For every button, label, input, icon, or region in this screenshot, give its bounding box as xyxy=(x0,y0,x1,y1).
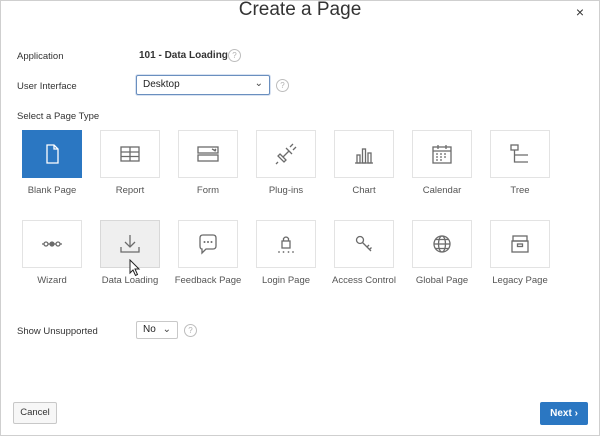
page-type-label-blank-page: Blank Page xyxy=(27,185,77,196)
page-type-tile-calendar[interactable] xyxy=(412,130,472,178)
page-type-label-report: Report xyxy=(115,185,145,196)
chevron-down-icon: ⌄ xyxy=(254,78,263,89)
page-type-tile-blank-page[interactable] xyxy=(22,130,82,178)
page-type-label-form: Form xyxy=(196,185,220,196)
show-unsupported-label: Show Unsupported xyxy=(17,326,98,337)
page-type-label-wizard: Wizard xyxy=(37,275,67,286)
next-button-label: Next xyxy=(550,408,572,419)
page-type-tile-report[interactable] xyxy=(100,130,160,178)
page-type-label-legacy-page: Legacy Page xyxy=(492,275,548,286)
chat-bubble-icon xyxy=(199,234,217,255)
mouse-cursor-icon xyxy=(129,259,141,277)
tree-icon xyxy=(510,144,528,163)
application-value: 101 - Data Loading xyxy=(139,50,228,61)
globe-icon xyxy=(433,235,451,253)
chart-icon xyxy=(355,148,373,164)
chevron-right-icon: › xyxy=(574,408,578,419)
form-icon xyxy=(197,146,219,162)
report-icon xyxy=(120,146,140,162)
page-type-label-global-page: Global Page xyxy=(415,275,469,286)
page-type-label-plug-ins: Plug-ins xyxy=(268,185,304,196)
page-type-label-feedback-page: Feedback Page xyxy=(174,275,242,286)
download-icon xyxy=(120,235,140,253)
page-type-label-calendar: Calendar xyxy=(422,185,462,196)
page-type-tile-form[interactable] xyxy=(178,130,238,178)
application-label: Application xyxy=(17,51,64,62)
application-help-icon[interactable]: ? xyxy=(228,49,241,62)
blank-page-icon xyxy=(46,144,59,164)
user-interface-value: Desktop xyxy=(143,79,180,90)
page-type-label-chart: Chart xyxy=(352,185,376,196)
page-type-tile-tree[interactable] xyxy=(490,130,550,178)
page-type-label: Select a Page Type xyxy=(17,111,100,122)
page-type-tile-wizard[interactable] xyxy=(22,220,82,268)
user-interface-help-icon[interactable]: ? xyxy=(276,79,289,92)
user-interface-label: User Interface xyxy=(17,81,77,92)
page-type-tile-access-control[interactable] xyxy=(334,220,394,268)
show-unsupported-value: No xyxy=(143,324,156,335)
key-icon xyxy=(355,235,372,252)
archive-box-icon xyxy=(511,235,529,253)
show-unsupported-help-icon[interactable]: ? xyxy=(184,324,197,337)
close-icon[interactable]: × xyxy=(576,4,584,20)
next-button[interactable]: Next › xyxy=(540,402,588,425)
dialog-title: Create a Page xyxy=(238,0,362,20)
plug-icon xyxy=(275,143,297,165)
create-page-dialog: Create a Page × Application 101 - Data L… xyxy=(0,0,600,436)
page-type-label-login-page: Login Page xyxy=(261,275,311,286)
page-type-label-tree: Tree xyxy=(510,185,530,196)
chevron-down-icon: ⌄ xyxy=(162,324,171,335)
page-type-tile-chart[interactable] xyxy=(334,130,394,178)
lock-icon xyxy=(278,236,294,253)
page-type-tile-feedback-page[interactable] xyxy=(178,220,238,268)
calendar-icon xyxy=(432,145,452,164)
show-unsupported-select[interactable]: No ⌄ xyxy=(136,321,178,339)
page-type-tile-legacy-page[interactable] xyxy=(490,220,550,268)
wizard-icon xyxy=(42,241,62,247)
cancel-button[interactable]: Cancel xyxy=(13,402,57,424)
page-type-tile-global-page[interactable] xyxy=(412,220,472,268)
page-type-label-access-control: Access Control xyxy=(332,275,396,286)
page-type-tile-login-page[interactable] xyxy=(256,220,316,268)
page-type-tile-plug-ins[interactable] xyxy=(256,130,316,178)
user-interface-select[interactable]: Desktop ⌄ xyxy=(136,75,270,95)
